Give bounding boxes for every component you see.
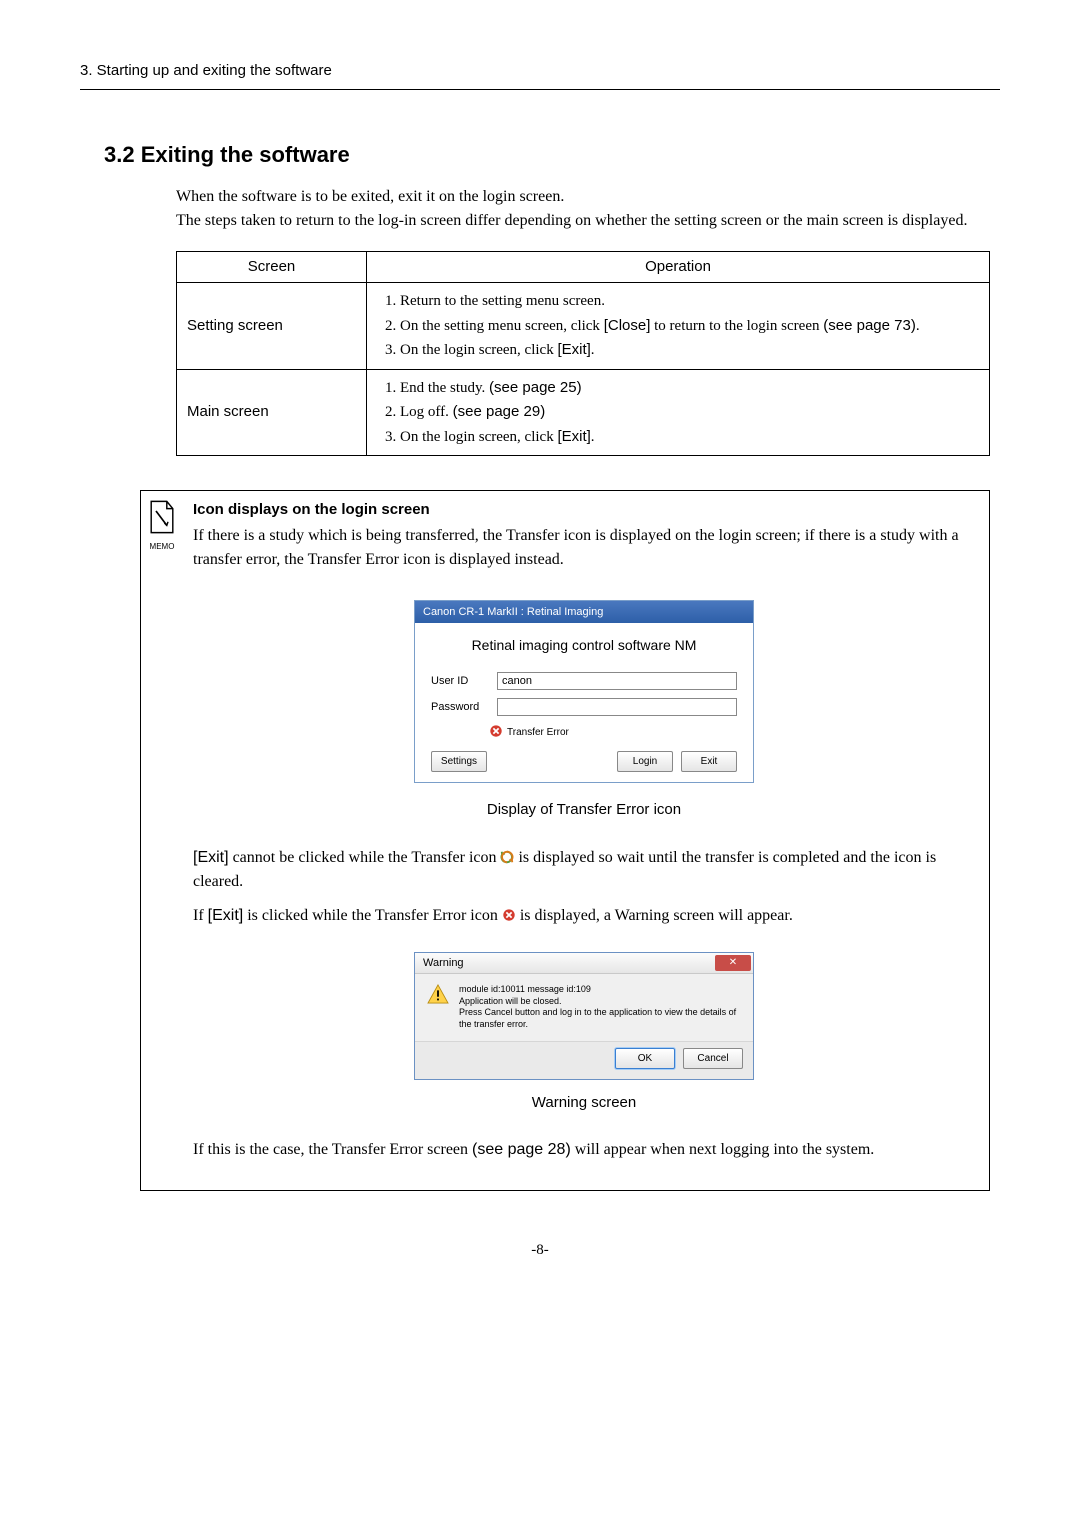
- userid-label: User ID: [431, 673, 487, 690]
- login-button[interactable]: Login: [617, 751, 673, 772]
- th-operation: Operation: [367, 251, 990, 283]
- memo-label: MEMO: [141, 541, 183, 553]
- section-title: 3.2 Exiting the software: [104, 138, 1000, 171]
- cell-screen: Setting screen: [177, 283, 367, 370]
- list-item: On the login screen, click [Exit].: [385, 425, 979, 450]
- memo-icon: MEMO: [141, 499, 183, 553]
- warning-caption: Warning screen: [193, 1092, 975, 1115]
- chapter-title: 3. Starting up and exiting the software: [80, 62, 332, 79]
- intro-line2: The steps taken to return to the log-in …: [176, 212, 967, 229]
- table-row: Main screen End the study. (see page 25)…: [177, 369, 990, 456]
- list-item: Return to the setting menu screen.: [385, 289, 979, 314]
- cell-operation: Return to the setting menu screen. On th…: [367, 283, 990, 370]
- th-screen: Screen: [177, 251, 367, 283]
- memo-paragraph: If [Exit] is clicked while the Transfer …: [193, 904, 975, 928]
- warning-message: module id:10011 message id:109 Applicati…: [459, 984, 741, 1031]
- memo-paragraph: [Exit] cannot be clicked while the Trans…: [193, 846, 975, 894]
- memo-paragraph: If there is a study which is being trans…: [193, 524, 975, 572]
- list-item: Log off. (see page 29): [385, 400, 979, 425]
- intro-line1: When the software is to be exited, exit …: [176, 188, 564, 205]
- page-header: 3. Starting up and exiting the software: [80, 60, 1000, 90]
- error-icon: [502, 907, 516, 924]
- page-number: -8-: [80, 1239, 1000, 1262]
- login-window-title: Canon CR-1 MarkII : Retinal Imaging: [415, 601, 753, 624]
- intro-text: When the software is to be exited, exit …: [176, 185, 990, 233]
- list-item: End the study. (see page 25): [385, 376, 979, 401]
- login-screenshot: Canon CR-1 MarkII : Retinal Imaging Reti…: [414, 600, 754, 784]
- close-icon[interactable]: ✕: [715, 955, 751, 971]
- transfer-icon: [500, 849, 514, 866]
- cell-operation: End the study. (see page 25) Log off. (s…: [367, 369, 990, 456]
- operation-table: Screen Operation Setting screen Return t…: [176, 251, 990, 457]
- error-icon: [489, 724, 503, 741]
- userid-input[interactable]: canon: [497, 672, 737, 690]
- warning-icon: [427, 984, 449, 1031]
- login-caption: Display of Transfer Error icon: [193, 799, 975, 822]
- settings-button[interactable]: Settings: [431, 751, 487, 772]
- transfer-status: Transfer Error: [431, 724, 737, 741]
- warning-title: Warning: [423, 955, 464, 972]
- ok-button[interactable]: OK: [615, 1048, 675, 1069]
- list-item: On the setting menu screen, click [Close…: [385, 314, 979, 339]
- password-label: Password: [431, 699, 487, 716]
- login-heading: Retinal imaging control software NM: [431, 635, 737, 656]
- warning-screenshot: Warning ✕ module id:10011 message id:109…: [414, 952, 754, 1080]
- cell-screen: Main screen: [177, 369, 367, 456]
- memo-box: MEMO Icon displays on the login screen I…: [140, 490, 990, 1191]
- table-row: Setting screen Return to the setting men…: [177, 283, 990, 370]
- memo-heading: Icon displays on the login screen: [193, 499, 975, 522]
- exit-button[interactable]: Exit: [681, 751, 737, 772]
- cancel-button[interactable]: Cancel: [683, 1048, 743, 1069]
- memo-paragraph: If this is the case, the Transfer Error …: [193, 1138, 975, 1162]
- password-input[interactable]: [497, 698, 737, 716]
- list-item: On the login screen, click [Exit].: [385, 338, 979, 363]
